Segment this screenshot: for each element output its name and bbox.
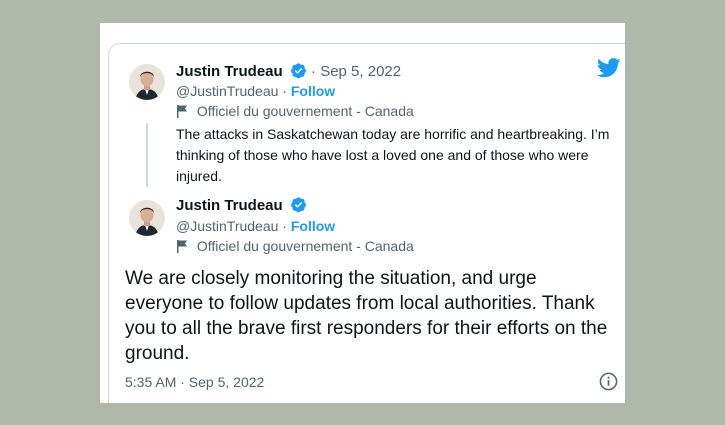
tweet-date[interactable]: · Sep 5, 2022: [311, 63, 401, 80]
avatar[interactable]: [129, 200, 165, 236]
gov-label: Officiel du gouvernement - Canada: [196, 103, 414, 119]
avatar-portrait-icon: [129, 64, 165, 100]
avatar[interactable]: [129, 64, 165, 100]
author-name-text[interactable]: Justin Trudeau: [176, 63, 283, 80]
avatar-portrait-icon: [129, 200, 165, 236]
handle-row: @JustinTrudeau · Follow: [176, 83, 335, 99]
gov-label-row: Officiel du gouvernement - Canada: [176, 238, 414, 256]
thread-connector: [146, 123, 148, 187]
twitter-bird-icon[interactable]: [596, 58, 621, 83]
government-flag-icon: [176, 240, 188, 256]
follow-link[interactable]: Follow: [291, 83, 335, 99]
author-handle[interactable]: @JustinTrudeau ·: [176, 83, 287, 99]
author-name[interactable]: Justin Trudeau · Sep 5, 2022: [176, 62, 401, 83]
main-tweet-text: We are closely monitoring the situation,…: [125, 268, 608, 364]
verified-badge-icon: [290, 62, 307, 83]
gov-label-row: Officiel du gouvernement - Canada: [176, 103, 414, 121]
gov-label: Officiel du gouvernement - Canada: [196, 238, 414, 254]
tweet-card: Justin Trudeau · Sep 5, 2022 @JustinTrud…: [100, 23, 625, 403]
government-flag-icon: [176, 105, 188, 121]
verified-badge-icon: [290, 196, 307, 217]
author-name[interactable]: Justin Trudeau: [176, 196, 307, 217]
follow-link[interactable]: Follow: [291, 218, 335, 234]
handle-row: @JustinTrudeau · Follow: [176, 218, 335, 234]
author-name-text[interactable]: Justin Trudeau: [176, 197, 283, 214]
quoted-tweet-text: The attacks in Saskatchewan today are ho…: [176, 126, 610, 184]
info-icon[interactable]: [599, 372, 618, 396]
tweet-timestamp[interactable]: 5:35 AM · Sep 5, 2022: [125, 374, 264, 390]
author-handle[interactable]: @JustinTrudeau ·: [176, 218, 287, 234]
